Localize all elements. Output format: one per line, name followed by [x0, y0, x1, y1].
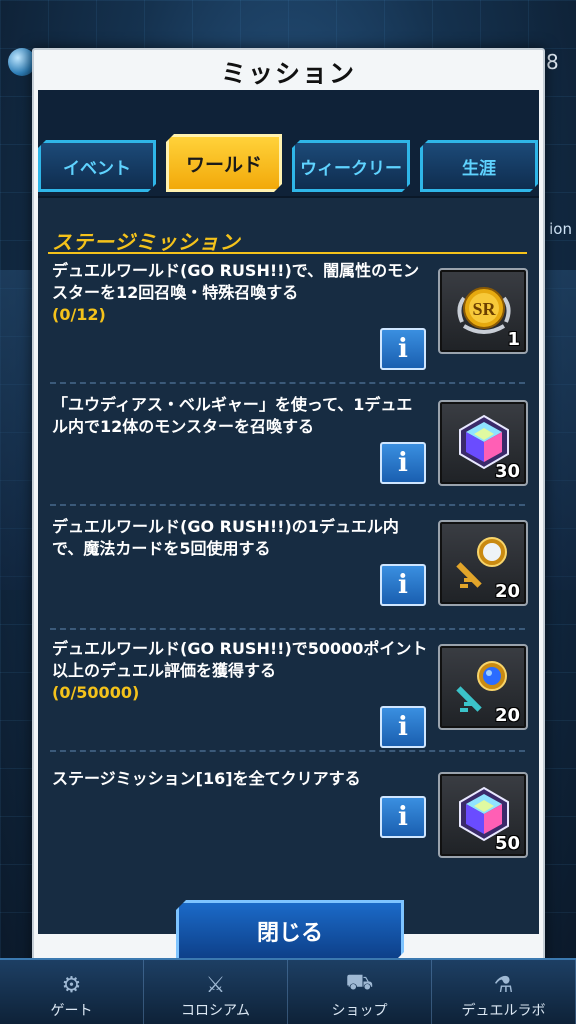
lab-icon: ⚗ [493, 973, 514, 998]
mission-separator [50, 504, 525, 506]
reward-count: 20 [494, 705, 520, 726]
mission-item: デュエルワールド(GO RUSH!!)の1デュエル内で、魔法カードを5回使用する… [48, 516, 529, 636]
nav-label: デュエルラボ [461, 1003, 546, 1019]
nav-label: ゲート [50, 1003, 93, 1019]
reward-slot[interactable]: 20 [438, 644, 528, 730]
mission-separator [50, 382, 525, 384]
section-title: ステージミッション [52, 230, 241, 254]
mission-item: デュエルワールド(GO RUSH!!)で50000ポイント以上のデュエル評価を獲… [48, 638, 529, 758]
mission-description: 「ユウディアス・ベルギャー」を使って、1デュエル内で12体のモンスターを召喚する [52, 395, 413, 436]
dialog-title: ミッション [220, 59, 356, 88]
close-button[interactable]: 閉じる [176, 900, 404, 962]
mission-progress: (0/12) [52, 305, 106, 324]
mission-item: デュエルワールド(GO RUSH!!)で、闇属性のモンスターを12回召喚・特殊召… [48, 260, 529, 380]
tab-weekly[interactable]: ウィークリー [292, 140, 410, 192]
nav-label: コロシアム [180, 1003, 251, 1019]
tab-world[interactable]: ワールド [166, 134, 282, 192]
mission-text: デュエルワールド(GO RUSH!!)の1デュエル内で、魔法カードを5回使用する [52, 516, 428, 560]
bottom-nav: ⚙ ゲート ⚔ コロシアム ⛟ ショップ ⚗ デュエルラボ [0, 958, 576, 1024]
reward-count: 50 [494, 833, 520, 854]
background-number: 8 [546, 50, 559, 74]
mission-dialog: ミッション イベント ワールド ウィークリー 生涯 ステージミッション デュエル… [32, 48, 545, 978]
info-button[interactable]: i [380, 796, 426, 838]
nav-item-gate[interactable]: ⚙ ゲート [0, 960, 144, 1024]
info-button[interactable]: i [380, 442, 426, 484]
reward-count: 30 [494, 461, 520, 482]
mission-description: デュエルワールド(GO RUSH!!)の1デュエル内で、魔法カードを5回使用する [52, 517, 399, 558]
background-side-text: ion [549, 220, 572, 238]
mission-text: デュエルワールド(GO RUSH!!)で、闇属性のモンスターを12回召喚・特殊召… [52, 260, 428, 326]
mission-description: ステージミッション[16]を全てクリアする [52, 769, 361, 788]
mission-separator [50, 750, 525, 752]
cart-icon: ⛟ [345, 970, 374, 995]
swords-icon: ⚔ [205, 973, 226, 998]
mission-item: 「ユウディアス・ベルギャー」を使って、1デュエル内で12体のモンスターを召喚する… [48, 394, 529, 514]
svg-text:SR: SR [472, 299, 496, 319]
nav-item-shop[interactable]: ⛟ ショップ [288, 960, 432, 1024]
sr-medal-icon: SR [457, 287, 511, 334]
mission-progress: (0/50000) [52, 683, 140, 702]
reward-count: 1 [507, 329, 520, 350]
reward-slot[interactable]: 50 [438, 772, 528, 858]
tab-lifetime[interactable]: 生涯 [420, 140, 538, 192]
nav-item-duel-lab[interactable]: ⚗ デュエルラボ [432, 960, 576, 1024]
gate-icon: ⚙ [61, 973, 82, 998]
mission-text: デュエルワールド(GO RUSH!!)で50000ポイント以上のデュエル評価を獲… [52, 638, 428, 704]
mission-separator [50, 628, 525, 630]
info-button[interactable]: i [380, 328, 426, 370]
mission-item: ステージミッション[16]を全てクリアする i 50 [48, 768, 529, 888]
reward-slot[interactable]: SR 1 [438, 268, 528, 354]
tabs-bar: イベント ワールド ウィークリー 生涯 [38, 90, 539, 196]
reward-slot[interactable]: 30 [438, 400, 528, 486]
mission-list-panel: ステージミッション デュエルワールド(GO RUSH!!)で、闇属性のモンスター… [38, 196, 539, 934]
mission-description: デュエルワールド(GO RUSH!!)で50000ポイント以上のデュエル評価を獲… [52, 639, 428, 680]
info-button[interactable]: i [380, 564, 426, 606]
mission-description: デュエルワールド(GO RUSH!!)で、闇属性のモンスターを12回召喚・特殊召… [52, 261, 420, 302]
reward-count: 20 [494, 581, 520, 602]
tab-event[interactable]: イベント [38, 140, 156, 192]
mission-text: 「ユウディアス・ベルギャー」を使って、1デュエル内で12体のモンスターを召喚する [52, 394, 428, 438]
info-button[interactable]: i [380, 706, 426, 748]
reward-slot[interactable]: 20 [438, 520, 528, 606]
section-divider [48, 252, 527, 254]
mission-text: ステージミッション[16]を全てクリアする [52, 768, 428, 790]
nav-label: ショップ [331, 1003, 388, 1019]
nav-item-colosseum[interactable]: ⚔ コロシアム [144, 960, 288, 1024]
